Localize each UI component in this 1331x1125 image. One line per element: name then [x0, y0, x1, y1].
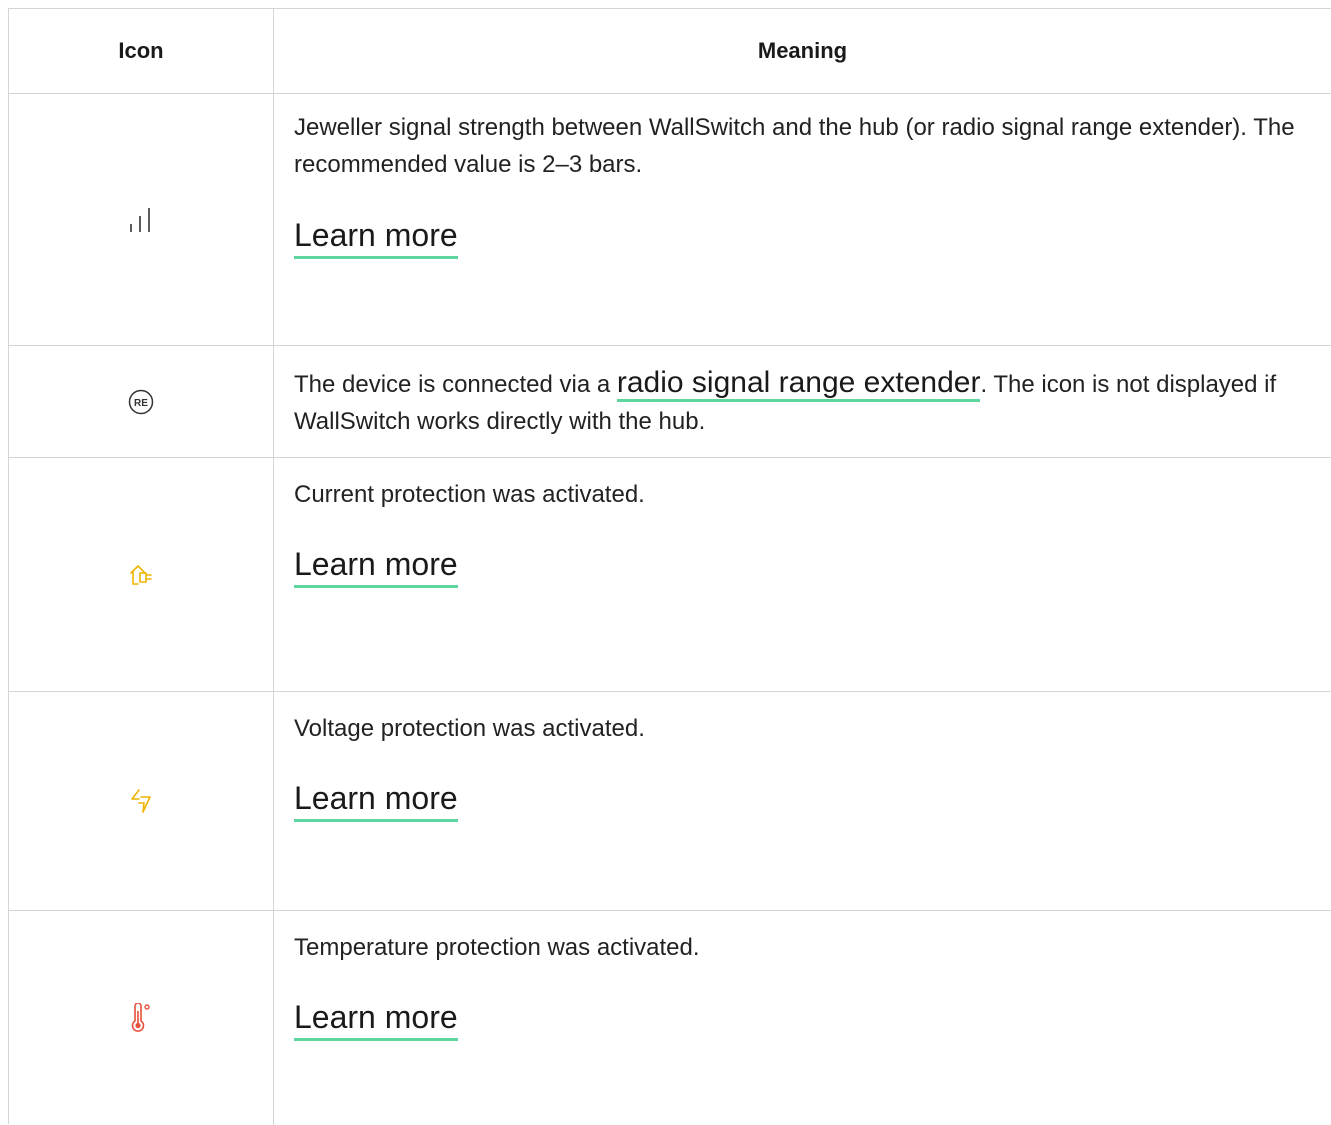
- row-description: Voltage protection was activated.: [294, 715, 645, 742]
- table-row: Jeweller signal strength between WallSwi…: [9, 94, 1331, 346]
- icon-cell: [9, 692, 274, 910]
- current-protection-icon: [129, 563, 153, 587]
- meaning-cell: Current protection was activated. Learn …: [274, 458, 1331, 691]
- header-cell-meaning: Meaning: [274, 9, 1331, 93]
- svg-text:RE: RE: [134, 398, 148, 409]
- column-header-icon: Icon: [118, 38, 164, 63]
- temperature-protection-icon: [129, 1003, 153, 1033]
- meaning-cell: Jeweller signal strength between WallSwi…: [274, 94, 1331, 345]
- status-icons-table: Icon Meaning Jeweller signal strength be…: [8, 8, 1331, 1125]
- table-header-row: Icon Meaning: [9, 9, 1331, 94]
- header-cell-icon: Icon: [9, 9, 274, 93]
- table-row: RE The device is connected via a radio s…: [9, 346, 1331, 458]
- row-description: Jeweller signal strength between WallSwi…: [294, 114, 1295, 178]
- column-header-meaning: Meaning: [757, 38, 848, 63]
- icon-cell: [9, 458, 274, 691]
- learn-more-link[interactable]: Learn more: [294, 999, 458, 1042]
- table-row: Temperature protection was activated. Le…: [9, 911, 1331, 1125]
- learn-more-link[interactable]: Learn more: [294, 780, 458, 823]
- icon-cell: RE: [9, 346, 274, 457]
- row-description: Current protection was activated.: [294, 481, 645, 508]
- description-text-before: The device is connected via a: [294, 371, 617, 398]
- icon-cell: [9, 911, 274, 1125]
- voltage-protection-icon: [129, 788, 153, 814]
- table-row: Current protection was activated. Learn …: [9, 458, 1331, 692]
- learn-more-link[interactable]: Learn more: [294, 546, 458, 589]
- signal-strength-icon: [129, 206, 153, 234]
- meaning-cell: Voltage protection was activated. Learn …: [274, 692, 1331, 910]
- row-description: The device is connected via a radio sign…: [294, 364, 1311, 440]
- range-extender-link[interactable]: radio signal range extender: [616, 366, 981, 402]
- meaning-cell: Temperature protection was activated. Le…: [274, 911, 1331, 1125]
- icon-cell: [9, 94, 274, 345]
- range-extender-icon: RE: [128, 389, 154, 415]
- learn-more-link[interactable]: Learn more: [294, 217, 458, 260]
- meaning-cell: The device is connected via a radio sign…: [274, 346, 1331, 457]
- row-description: Temperature protection was activated.: [294, 934, 700, 961]
- table-row: Voltage protection was activated. Learn …: [9, 692, 1331, 911]
